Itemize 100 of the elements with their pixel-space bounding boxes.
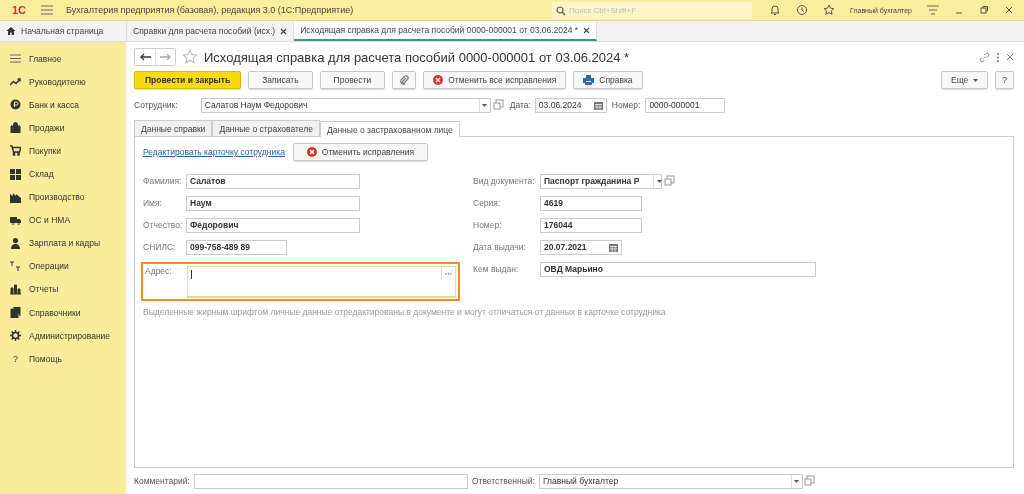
text-field[interactable]: Наум bbox=[186, 195, 360, 211]
truck-icon bbox=[10, 214, 21, 226]
gear-icon bbox=[10, 330, 21, 342]
printer-icon bbox=[583, 75, 595, 85]
field-label: Кем выдан: bbox=[473, 264, 520, 274]
field-label: Адрес: bbox=[145, 266, 173, 276]
bag-icon bbox=[10, 122, 21, 134]
address-field[interactable] bbox=[186, 266, 456, 298]
field-label: Дата: bbox=[509, 100, 531, 110]
home-icon bbox=[6, 26, 16, 36]
date-field[interactable]: 20.07.2021 bbox=[540, 239, 622, 255]
back-arrow-icon bbox=[139, 53, 151, 61]
field-label: Ответственный: bbox=[471, 476, 535, 486]
sidebar-item[interactable]: Руководителю bbox=[0, 70, 126, 94]
sidebar-item[interactable]: ОС и НМА bbox=[0, 208, 126, 232]
form-tab[interactable]: Данные справки bbox=[134, 120, 213, 136]
calendar-icon[interactable] bbox=[609, 242, 618, 252]
search-icon bbox=[556, 5, 566, 16]
caret-icon bbox=[973, 78, 979, 82]
post-and-close-button[interactable]: Провести и закрыть bbox=[134, 71, 242, 89]
calendar-icon[interactable] bbox=[593, 100, 603, 110]
dropdown-icon[interactable] bbox=[791, 474, 802, 488]
app-logo: 1С bbox=[12, 4, 27, 16]
field-label: Имя: bbox=[143, 198, 163, 208]
form-tab[interactable]: Данные о страхователе bbox=[212, 120, 320, 136]
chart-icon bbox=[10, 76, 21, 88]
dropdown-icon[interactable] bbox=[478, 98, 490, 112]
menu-icon bbox=[10, 53, 21, 65]
book-icon bbox=[10, 307, 21, 319]
grid-icon bbox=[10, 168, 21, 180]
text-field[interactable]: Салатов bbox=[186, 173, 360, 189]
field-label: Отчество: bbox=[143, 220, 184, 230]
sidebar-item[interactable]: Продажи bbox=[0, 116, 126, 140]
close-icon[interactable] bbox=[280, 27, 288, 35]
field-label: Номер: bbox=[611, 100, 641, 110]
app-title: Бухгалтерия предприятия (базовая), редакция 3.0 (1С:Предприятие) bbox=[66, 5, 354, 15]
window-tab[interactable]: Исходящая справка для расчета пособий 0000-000001 от 03.06.2024 * bbox=[294, 21, 598, 41]
help-button[interactable]: ? bbox=[995, 71, 1014, 89]
help-icon: ? bbox=[10, 353, 21, 364]
star-icon[interactable] bbox=[182, 49, 198, 65]
sidebar-item[interactable]: Операции bbox=[0, 254, 126, 278]
more-button[interactable]: Еще bbox=[940, 71, 989, 89]
field-label: Фамилия: bbox=[143, 176, 183, 186]
responsible-field[interactable]: Главный бухгалтер bbox=[539, 473, 803, 489]
cancel-icon bbox=[433, 75, 444, 85]
star-icon[interactable] bbox=[823, 4, 835, 16]
sidebar-item[interactable]: Главное bbox=[0, 47, 126, 71]
toolbar-button[interactable]: Записать bbox=[248, 71, 313, 89]
document-type-field[interactable]: Паспорт гражданина Р bbox=[540, 173, 662, 189]
search-field[interactable]: Поиск Ctrl+Shift+F bbox=[552, 1, 752, 19]
more-vertical-icon[interactable] bbox=[996, 51, 1000, 63]
sidebar-item[interactable]: Склад bbox=[0, 162, 126, 186]
person-icon bbox=[10, 237, 21, 249]
toolbar-button[interactable]: Провести bbox=[319, 71, 386, 89]
sidebar-item[interactable]: Отчеты bbox=[0, 277, 126, 302]
date-field[interactable]: 03.06.2024 bbox=[534, 97, 607, 113]
sidebar-item[interactable]: Администрирование bbox=[0, 324, 126, 348]
sidebar-item[interactable]: Справочники bbox=[0, 301, 126, 325]
paperclip-icon bbox=[399, 74, 410, 86]
sidebar-item[interactable]: Банк и касса bbox=[0, 93, 126, 117]
cancel-icon bbox=[306, 147, 317, 157]
comment-field[interactable] bbox=[193, 473, 468, 489]
forward-arrow-icon bbox=[160, 53, 171, 61]
field-label: Вид документа: bbox=[473, 176, 536, 186]
attach-button[interactable] bbox=[392, 71, 417, 89]
window-tab[interactable]: Начальная страница bbox=[0, 21, 127, 41]
text-field[interactable]: 4619 bbox=[540, 195, 642, 211]
document-title: Исходящая справка для расчета пособий 0000-000001 от 03.06.2024 * bbox=[204, 49, 630, 65]
bars-icon bbox=[10, 284, 21, 295]
history-icon[interactable] bbox=[796, 4, 808, 16]
field-label: Серия: bbox=[473, 198, 502, 208]
sidebar-item[interactable]: Зарплата и кадры bbox=[0, 231, 126, 255]
form-tab[interactable]: Данные о застрахованном лице bbox=[319, 121, 460, 137]
field-label: СНИЛС: bbox=[143, 242, 177, 252]
close-icon[interactable] bbox=[1004, 5, 1014, 15]
text-field[interactable]: 099-758-489 89 bbox=[186, 239, 287, 255]
text-field[interactable]: 176044 bbox=[540, 217, 642, 233]
text-field[interactable]: ОВД Марьино bbox=[540, 261, 816, 277]
factory-icon bbox=[10, 191, 21, 203]
sidebar-item[interactable]: ? Помощь bbox=[0, 347, 126, 371]
close-icon[interactable] bbox=[583, 26, 591, 34]
sidebar-item[interactable]: Покупки bbox=[0, 139, 126, 163]
hint-text: Выделенные жирным шрифтом личные данные отредактированы в документе и могут отличаться от данных в карточке сотрудника bbox=[143, 307, 667, 317]
field-label: Комментарий: bbox=[134, 476, 190, 486]
cancel-all-button[interactable]: Отменить все исправления bbox=[423, 71, 567, 89]
field-label: Сотрудник: bbox=[134, 100, 178, 110]
field-label: Дата выдачи: bbox=[473, 242, 527, 252]
text-field[interactable]: Федорович bbox=[186, 217, 360, 233]
print-button[interactable]: Справка bbox=[573, 71, 643, 89]
edit-card-link[interactable]: Редактировать карточку сотрудника bbox=[143, 147, 285, 157]
bell-icon[interactable] bbox=[769, 4, 781, 16]
cancel-corrections-button[interactable]: Отменить исправления bbox=[292, 143, 429, 161]
restore-icon[interactable] bbox=[979, 5, 989, 15]
employee-field[interactable]: Салатов Наум Федорович bbox=[200, 97, 491, 113]
number-field[interactable]: 0000-000001 bbox=[645, 97, 726, 113]
link-icon[interactable] bbox=[979, 51, 990, 63]
coin-icon bbox=[10, 99, 21, 111]
cart-icon bbox=[10, 145, 21, 157]
field-label: Номер: bbox=[473, 220, 503, 230]
sidebar-item[interactable]: Производство bbox=[0, 185, 126, 209]
